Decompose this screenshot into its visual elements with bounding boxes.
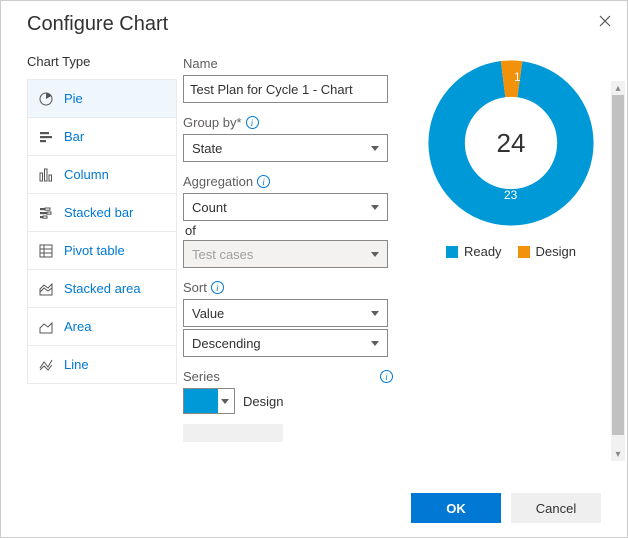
series-color-picker[interactable] [183,388,235,414]
stacked-area-icon [38,281,54,297]
series-name: Design [243,394,283,409]
sort-label: Sort i [183,280,393,295]
cancel-button[interactable]: Cancel [511,493,601,523]
chart-type-label-text: Line [64,357,89,372]
chart-type-label-text: Area [64,319,91,334]
name-input[interactable] [183,75,388,103]
bar-icon [38,129,54,145]
chart-type-area[interactable]: Area [28,307,176,345]
chart-type-label: Chart Type [27,54,177,69]
chart-legend: Ready Design [446,244,576,259]
ok-button[interactable]: OK [411,493,501,523]
pie-icon [38,91,54,107]
info-icon[interactable]: i [380,370,393,383]
stacked-bar-icon [38,205,54,221]
chart-type-pie[interactable]: Pie [28,79,176,117]
close-button[interactable] [593,9,617,33]
color-swatch [184,389,218,413]
donut-chart: 24 1 23 [426,58,596,228]
aggregation-select[interactable]: Count [183,193,388,221]
chart-type-label-text: Pie [64,91,83,106]
chart-type-label-text: Column [64,167,109,182]
legend-item: Design [518,244,576,259]
name-label: Name [183,56,393,71]
area-icon [38,319,54,335]
chart-type-pivot-table[interactable]: Pivot table [28,231,176,269]
of-label: of [185,223,393,238]
legend-swatch [446,246,458,258]
info-icon[interactable]: i [257,175,270,188]
scroll-thumb[interactable] [612,95,624,435]
group-by-select[interactable]: State [183,134,388,162]
chart-type-label-text: Stacked area [64,281,141,296]
group-by-label: Group by* i [183,115,393,130]
series-label: Series i [183,369,393,384]
chart-type-stacked-bar[interactable]: Stacked bar [28,193,176,231]
series-placeholder [183,424,283,442]
scroll-down-icon[interactable]: ▾ [611,447,625,461]
legend-swatch [518,246,530,258]
chart-type-label-text: Bar [64,129,84,144]
chart-type-list: Pie Bar Column Stacked bar [27,79,177,384]
scrollbar[interactable]: ▴ ▾ [611,81,625,461]
donut-total: 24 [426,58,596,228]
chart-type-label-text: Stacked bar [64,205,133,220]
scroll-up-icon[interactable]: ▴ [611,81,625,95]
info-icon[interactable]: i [246,116,259,129]
chart-type-label-text: Pivot table [64,243,125,258]
sort-field-select[interactable]: Value [183,299,388,327]
close-icon [599,15,611,27]
aggregation-label: Aggregation i [183,174,393,189]
of-select: Test cases [183,240,388,268]
chart-type-line[interactable]: Line [28,345,176,383]
chart-type-bar[interactable]: Bar [28,117,176,155]
donut-segment-label: 23 [504,188,517,202]
chart-type-column[interactable]: Column [28,155,176,193]
sort-direction-select[interactable]: Descending [183,329,388,357]
legend-item: Ready [446,244,502,259]
dialog-title: Configure Chart [27,13,613,36]
line-icon [38,357,54,373]
column-icon [38,167,54,183]
pivot-table-icon [38,243,54,259]
info-icon[interactable]: i [211,281,224,294]
chart-type-stacked-area[interactable]: Stacked area [28,269,176,307]
donut-segment-label: 1 [514,70,521,84]
